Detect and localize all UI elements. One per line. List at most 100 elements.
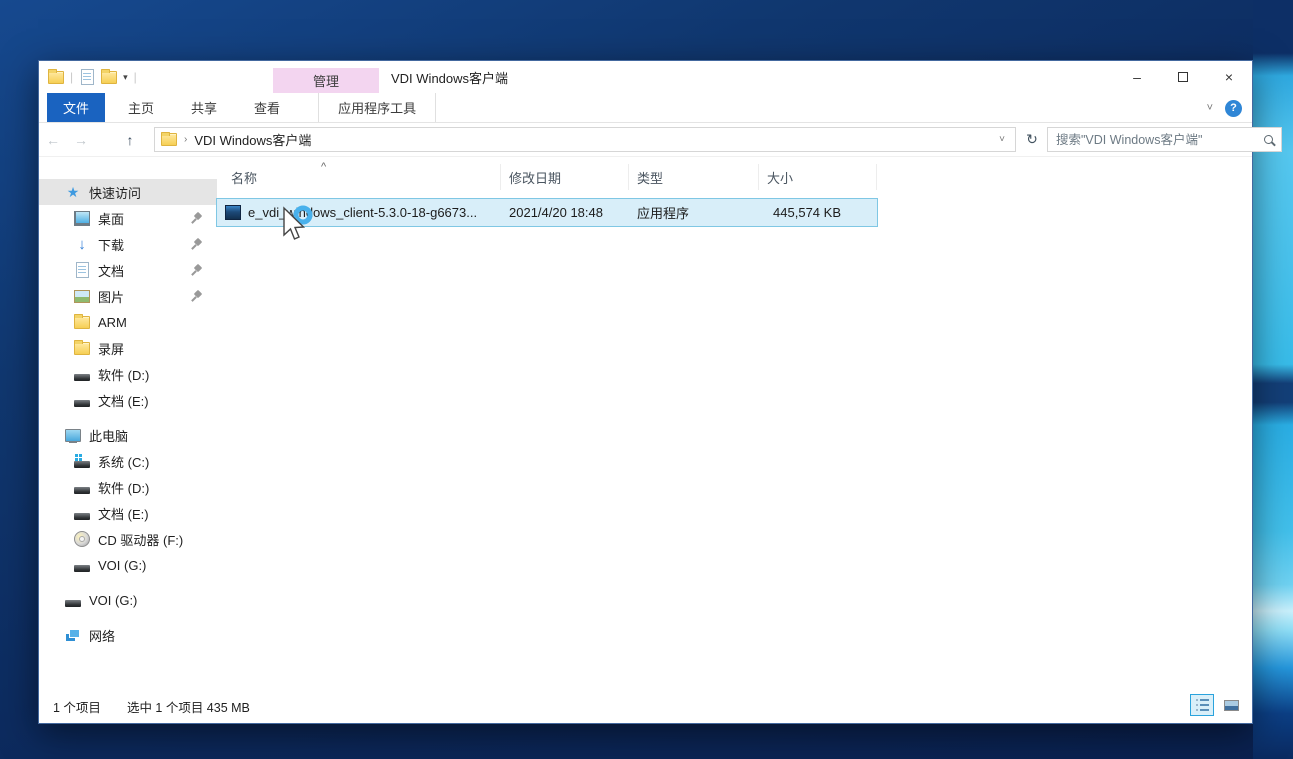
tab-share[interactable]: 共享 bbox=[177, 93, 231, 122]
sidebar-item-label: CD 驱动器 (F:) bbox=[98, 530, 183, 549]
file-list-header: 名称^修改日期类型大小 bbox=[217, 164, 877, 190]
sidebar-item-label: 图片 bbox=[98, 287, 124, 306]
folder-icon bbox=[74, 314, 90, 330]
drive-icon bbox=[74, 479, 90, 495]
drive-icon bbox=[74, 366, 90, 382]
pin-icon bbox=[191, 212, 203, 224]
sidebar: 快速访问桌面下载文档图片 ARM 录屏软件 (D:) 文档 (E:) 此电脑系统 (C:… bbox=[39, 157, 217, 689]
sidebar-item-cd-drive-f[interactable]: CD 驱动器 (F:) bbox=[39, 526, 217, 552]
pin-icon bbox=[191, 290, 203, 302]
cd-icon bbox=[74, 531, 90, 547]
sidebar-item-voi-g-root[interactable]: VOI (G:) bbox=[39, 587, 217, 613]
maximize-icon bbox=[1178, 72, 1188, 82]
computer-icon bbox=[65, 427, 81, 443]
separator: | bbox=[70, 70, 73, 84]
file-type: 应用程序 bbox=[629, 203, 759, 222]
sidebar-item-documents-e[interactable]: 文档 (E:) bbox=[39, 387, 217, 413]
up-icon[interactable]: ↑ bbox=[117, 132, 143, 148]
drive-icon bbox=[74, 505, 90, 521]
ribbon-collapse-icon[interactable]: ˅ bbox=[1207, 102, 1213, 114]
tab-view[interactable]: 查看 bbox=[240, 93, 294, 122]
sidebar-item-pictures[interactable]: 图片 bbox=[39, 283, 217, 309]
sidebar-item-downloads[interactable]: 下载 bbox=[39, 231, 217, 257]
column-header-0[interactable]: 名称^ bbox=[217, 164, 501, 190]
refresh-icon[interactable]: ↻ bbox=[1021, 131, 1043, 148]
search-icon[interactable] bbox=[1264, 135, 1273, 144]
item-count: 1 个项目 bbox=[53, 697, 101, 716]
breadcrumb-dropdown-icon[interactable]: ˅ bbox=[995, 134, 1009, 145]
sidebar-item-label: ARM bbox=[98, 315, 127, 330]
details-view-button[interactable] bbox=[1190, 694, 1214, 716]
sidebar-item-quick-access[interactable]: 快速访问 bbox=[39, 179, 217, 205]
large-icons-view-button[interactable] bbox=[1219, 694, 1243, 716]
drive-system-icon bbox=[74, 453, 90, 469]
sidebar-item-label: 文档 bbox=[98, 261, 124, 280]
breadcrumb-segment[interactable]: VDI Windows客户端 bbox=[194, 130, 311, 149]
sidebar-item-software-d-2[interactable]: 软件 (D:) bbox=[39, 474, 217, 500]
details-view-icon bbox=[1196, 699, 1209, 712]
column-header-1[interactable]: 修改日期 bbox=[501, 164, 629, 190]
new-folder-icon[interactable] bbox=[101, 69, 117, 85]
desktop-icon bbox=[74, 210, 90, 226]
pin-icon bbox=[191, 238, 203, 250]
file-row[interactable]: e_vdi_windows_client-5.3.0-18-g6673... 20… bbox=[217, 199, 877, 226]
sidebar-item-label: VOI (G:) bbox=[89, 593, 137, 608]
file-explorer-window: | ▾ | 管理 VDI Windows客户端 – × 文件主页共享查看应用程序… bbox=[38, 60, 1253, 724]
tab-file[interactable]: 文件 bbox=[47, 93, 105, 122]
properties-icon[interactable] bbox=[79, 69, 95, 85]
sidebar-item-voi-g[interactable]: VOI (G:) bbox=[39, 552, 217, 578]
forward-icon[interactable]: → bbox=[67, 132, 95, 148]
folder-icon[interactable] bbox=[48, 69, 64, 85]
file-rows: e_vdi_windows_client-5.3.0-18-g6673... 20… bbox=[217, 199, 1252, 226]
sidebar-item-label: 文档 (E:) bbox=[98, 504, 149, 523]
selection-info: 选中 1 个项目 435 MB bbox=[127, 697, 250, 716]
content-area: 快速访问桌面下载文档图片 ARM 录屏软件 (D:) 文档 (E:) 此电脑系统 (C:… bbox=[39, 157, 1252, 689]
qat-dropdown-icon[interactable]: ▾ bbox=[123, 72, 128, 83]
maximize-button[interactable] bbox=[1160, 61, 1206, 93]
sidebar-item-documents[interactable]: 文档 bbox=[39, 257, 217, 283]
drive-icon bbox=[74, 392, 90, 408]
document-icon bbox=[74, 262, 90, 278]
search-box bbox=[1047, 127, 1282, 152]
tab-app-tools[interactable]: 应用程序工具 bbox=[318, 93, 436, 122]
sidebar-item-desktop[interactable]: 桌面 bbox=[39, 205, 217, 231]
star-icon bbox=[65, 184, 81, 200]
sidebar-item-this-pc[interactable]: 此电脑 bbox=[39, 422, 217, 448]
search-input[interactable] bbox=[1056, 133, 1264, 147]
file-modified-date: 2021/4/20 18:48 bbox=[501, 205, 629, 220]
column-header-3[interactable]: 大小 bbox=[759, 164, 877, 190]
drive-icon bbox=[74, 557, 90, 573]
folder-icon bbox=[161, 132, 177, 148]
pin-icon bbox=[191, 264, 203, 276]
tab-home[interactable]: 主页 bbox=[114, 93, 168, 122]
sidebar-item-label: 下载 bbox=[98, 235, 124, 254]
address-bar: ← → ↑ › VDI Windows客户端 ˅ ↻ bbox=[39, 123, 1252, 157]
minimize-button[interactable]: – bbox=[1114, 61, 1160, 93]
network-icon bbox=[65, 627, 81, 643]
sidebar-item-label: 软件 (D:) bbox=[98, 365, 149, 384]
download-icon bbox=[74, 236, 90, 252]
help-icon[interactable]: ? bbox=[1225, 100, 1242, 117]
sidebar-item-label: 录屏 bbox=[98, 339, 124, 358]
large-icons-view-icon bbox=[1224, 700, 1239, 711]
sidebar-item-documents-e-2[interactable]: 文档 (E:) bbox=[39, 500, 217, 526]
view-toggles bbox=[1190, 694, 1243, 716]
close-button[interactable]: × bbox=[1206, 61, 1252, 93]
file-size: 445,574 KB bbox=[759, 205, 877, 220]
sidebar-item-arm[interactable]: ARM bbox=[39, 309, 217, 335]
manage-tool-tab-header[interactable]: 管理 bbox=[273, 68, 379, 93]
back-icon[interactable]: ← bbox=[39, 132, 67, 148]
sidebar-item-label: 桌面 bbox=[98, 209, 124, 228]
sidebar-item-system-c[interactable]: 系统 (C:) bbox=[39, 448, 217, 474]
folder-icon bbox=[74, 340, 90, 356]
file-name: e_vdi_windows_client-5.3.0-18-g6673... bbox=[248, 205, 477, 220]
sidebar-item-label: 系统 (C:) bbox=[98, 452, 149, 471]
sidebar-item-label: VOI (G:) bbox=[98, 558, 146, 573]
breadcrumb-separator: › bbox=[184, 134, 187, 145]
sidebar-item-network[interactable]: 网络 bbox=[39, 622, 217, 648]
sidebar-item-software-d[interactable]: 软件 (D:) bbox=[39, 361, 217, 387]
sidebar-item-screen-recordings[interactable]: 录屏 bbox=[39, 335, 217, 361]
window-controls: – × bbox=[1114, 61, 1252, 93]
column-header-2[interactable]: 类型 bbox=[629, 164, 759, 190]
breadcrumb[interactable]: › VDI Windows客户端 ˅ bbox=[154, 127, 1016, 152]
